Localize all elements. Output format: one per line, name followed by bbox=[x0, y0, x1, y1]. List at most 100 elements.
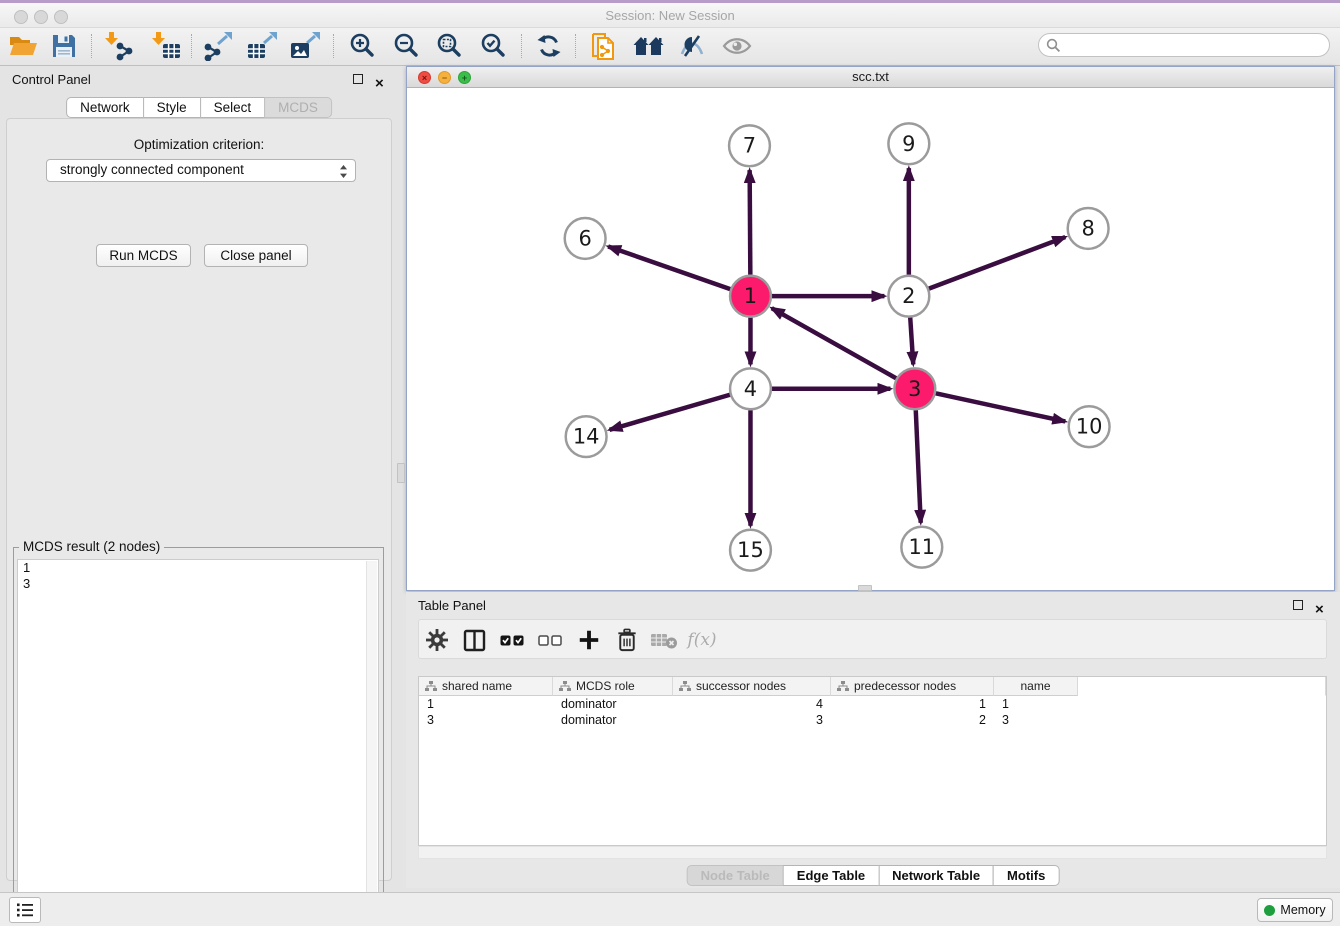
memory-button[interactable]: Memory bbox=[1257, 898, 1333, 922]
save-session-icon bbox=[51, 33, 77, 59]
select-all-columns-button[interactable] bbox=[497, 624, 527, 656]
table-tabs: Node TableEdge TableNetwork TableMotifs bbox=[687, 865, 1060, 886]
hide-graphics-details-button[interactable] bbox=[673, 28, 711, 64]
export-table-button[interactable] bbox=[243, 28, 281, 64]
graph-edge-2-8[interactable] bbox=[929, 237, 1065, 289]
network-canvas[interactable]: 7 9 6 8 1 2 4 3 14 10 15 11 bbox=[407, 88, 1334, 590]
graph-node-15[interactable]: 15 bbox=[730, 530, 771, 571]
tab-select[interactable]: Select bbox=[200, 97, 266, 118]
graph-edge-4-14[interactable] bbox=[610, 395, 730, 430]
unchecked-boxes-icon bbox=[538, 635, 562, 646]
show-column-button[interactable] bbox=[459, 624, 489, 656]
delete-column-button[interactable] bbox=[612, 624, 642, 656]
zoom-fit-icon bbox=[435, 32, 463, 60]
refresh-button[interactable] bbox=[530, 28, 568, 64]
search-box[interactable] bbox=[1038, 33, 1330, 57]
zoom-selected-icon bbox=[479, 32, 507, 60]
import-network-button[interactable] bbox=[99, 28, 137, 64]
search-input[interactable] bbox=[1063, 35, 1323, 55]
network-maximize-button[interactable]: + bbox=[458, 71, 471, 84]
graph-node-1[interactable]: 1 bbox=[730, 276, 771, 317]
column-header-mcds-role[interactable]: MCDS role bbox=[553, 677, 673, 696]
import-table-button[interactable] bbox=[147, 28, 185, 64]
column-header-shared-name[interactable]: shared name bbox=[419, 677, 553, 696]
graph-edge-1-7[interactable] bbox=[750, 170, 751, 275]
graph-node-4[interactable]: 4 bbox=[730, 368, 771, 409]
plus-icon bbox=[578, 629, 600, 651]
graph-node-2[interactable]: 2 bbox=[888, 276, 929, 317]
export-network-button[interactable] bbox=[199, 28, 237, 64]
close-table-panel-icon[interactable]: × bbox=[1315, 601, 1328, 614]
graph-node-10[interactable]: 10 bbox=[1069, 406, 1110, 447]
close-panel-icon[interactable]: × bbox=[375, 75, 388, 88]
create-column-button[interactable] bbox=[574, 624, 604, 656]
network-close-button[interactable]: × bbox=[418, 71, 431, 84]
graph-node-3[interactable]: 3 bbox=[894, 368, 935, 409]
table-toolbar: f(x) bbox=[418, 619, 1327, 659]
mcds-result-list[interactable]: 13 bbox=[17, 559, 379, 920]
export-image-icon bbox=[289, 31, 321, 61]
run-mcds-button[interactable]: Run MCDS bbox=[96, 244, 191, 267]
zoom-fit-button[interactable] bbox=[430, 28, 468, 64]
graph-node-7[interactable]: 7 bbox=[729, 125, 770, 166]
table-cell: 1 bbox=[994, 696, 1078, 712]
export-table-icon bbox=[246, 31, 278, 61]
sort-tree-icon bbox=[679, 681, 691, 692]
mcds-result-item: 3 bbox=[18, 576, 378, 592]
memory-label: Memory bbox=[1280, 903, 1325, 917]
graph-node-11[interactable]: 11 bbox=[901, 527, 942, 568]
zoom-selected-button[interactable] bbox=[474, 28, 512, 64]
float-table-panel-icon[interactable] bbox=[1293, 599, 1306, 612]
save-session-button[interactable] bbox=[45, 28, 83, 64]
graph-edge-3-10[interactable] bbox=[936, 393, 1066, 421]
graph-node-9[interactable]: 9 bbox=[888, 123, 929, 164]
tab-style[interactable]: Style bbox=[143, 97, 201, 118]
graph-edge-3-11[interactable] bbox=[916, 410, 921, 523]
graph-edge-3-1[interactable] bbox=[772, 308, 896, 378]
export-image-button[interactable] bbox=[286, 28, 324, 64]
show-panels-button[interactable] bbox=[9, 897, 41, 923]
new-network-from-selection-button[interactable] bbox=[585, 28, 623, 64]
table-row[interactable]: 1dominator411 bbox=[419, 696, 1326, 712]
table-tab-network-table[interactable]: Network Table bbox=[878, 865, 994, 886]
network-minimize-button[interactable]: − bbox=[438, 71, 451, 84]
houses-button[interactable] bbox=[630, 28, 668, 64]
column-header-predecessor-nodes[interactable]: predecessor nodes bbox=[831, 677, 994, 696]
optimization-criterion-label: Optimization criterion: bbox=[7, 137, 391, 152]
mcds-result-scrollbar[interactable] bbox=[366, 561, 377, 918]
table-tab-edge-table[interactable]: Edge Table bbox=[783, 865, 879, 886]
table-settings-button[interactable] bbox=[422, 624, 452, 656]
criterion-select[interactable]: strongly connected component bbox=[46, 159, 356, 182]
table-horizontal-scrollbar[interactable] bbox=[418, 846, 1327, 859]
table-cell: 3 bbox=[419, 712, 553, 728]
zoom-out-icon bbox=[392, 32, 420, 60]
close-panel-button[interactable]: Close panel bbox=[204, 244, 308, 267]
table-panel: Table Panel × f(x) shared nameMCDS roles… bbox=[406, 592, 1340, 888]
column-header-name[interactable]: name bbox=[994, 677, 1078, 696]
tab-network[interactable]: Network bbox=[66, 97, 144, 118]
svg-text:10: 10 bbox=[1076, 415, 1103, 439]
trash-icon bbox=[616, 628, 638, 653]
zoom-out-button[interactable] bbox=[387, 28, 425, 64]
table-tab-motifs[interactable]: Motifs bbox=[993, 865, 1059, 886]
table-tab-node-table[interactable]: Node Table bbox=[687, 865, 784, 886]
svg-text:9: 9 bbox=[902, 132, 915, 156]
graph-edge-1-6[interactable] bbox=[608, 246, 730, 289]
graph-node-8[interactable]: 8 bbox=[1068, 208, 1109, 249]
network-window-titlebar[interactable]: scc.txt × − + bbox=[407, 67, 1334, 88]
float-panel-icon[interactable] bbox=[353, 73, 366, 86]
network-graph[interactable]: 7 9 6 8 1 2 4 3 14 10 15 11 bbox=[407, 88, 1334, 590]
vertical-splitter-grip[interactable] bbox=[397, 463, 405, 483]
table-row[interactable]: 3dominator323 bbox=[419, 712, 1326, 728]
open-session-button[interactable] bbox=[4, 28, 42, 64]
horizontal-splitter-grip[interactable] bbox=[858, 585, 872, 591]
graph-node-14[interactable]: 14 bbox=[566, 416, 607, 457]
column-header-successor-nodes[interactable]: successor nodes bbox=[673, 677, 831, 696]
graph-edge-2-3[interactable] bbox=[910, 318, 913, 365]
table-cell-filler bbox=[1078, 712, 1326, 728]
tab-mcds[interactable]: MCDS bbox=[264, 97, 332, 118]
table-cell: 2 bbox=[831, 712, 994, 728]
unselect-all-columns-button[interactable] bbox=[535, 624, 565, 656]
graph-node-6[interactable]: 6 bbox=[565, 218, 606, 259]
zoom-in-button[interactable] bbox=[343, 28, 381, 64]
